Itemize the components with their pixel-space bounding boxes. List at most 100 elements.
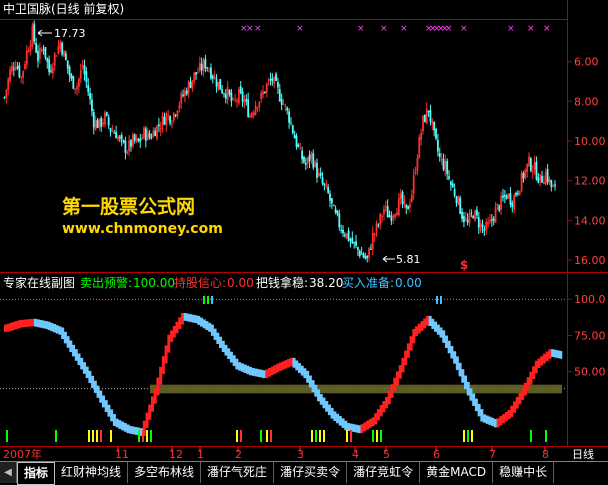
tab-scroll-left-icon[interactable]: ◀ — [0, 462, 17, 483]
candle-body — [195, 72, 197, 75]
oscillator-block — [278, 362, 282, 371]
oscillator-block — [483, 414, 487, 423]
oscillator-block — [118, 420, 122, 429]
top-signal-mark — [211, 296, 213, 304]
oscillator-block — [213, 328, 217, 340]
oscillator-block — [72, 344, 76, 357]
month-label: 4 — [352, 448, 359, 461]
candle-body — [184, 90, 186, 97]
candle-body — [351, 237, 354, 244]
candle-body — [528, 156, 530, 166]
tab-golden-macd[interactable]: 黄金MACD — [420, 462, 494, 483]
candle-body — [383, 208, 385, 214]
indicator-field-value-0: 100.00 — [133, 276, 175, 290]
candle-body — [239, 86, 242, 93]
oscillator-block — [246, 365, 250, 375]
oscillator-block — [189, 314, 193, 322]
oscillator-block — [412, 328, 416, 344]
oscillator-block — [172, 326, 176, 338]
oscillator-block — [205, 321, 209, 331]
candle-body — [271, 78, 274, 81]
candle-body — [31, 25, 34, 46]
oscillator-block — [287, 359, 291, 368]
oscillator-block — [248, 366, 252, 376]
oscillator-block — [110, 409, 114, 422]
bottom-signal-bar — [372, 430, 374, 442]
oscillator-block — [455, 356, 459, 371]
oscillator-block — [156, 377, 160, 396]
tab-duokong-bollinger[interactable]: 多空布林线 — [128, 462, 202, 483]
tab-qisizhuang[interactable]: 潘仔气死庄 — [201, 462, 275, 483]
candle-body — [360, 253, 363, 255]
bottom-signal-bar — [270, 430, 272, 442]
candle-body — [70, 74, 73, 79]
high-price-label: 17.73 — [54, 27, 86, 40]
candle-body — [304, 163, 307, 165]
candle-body — [414, 171, 417, 174]
candle-body — [390, 216, 393, 221]
bottom-signal-bar — [380, 430, 382, 442]
oscillator-block — [360, 424, 364, 434]
tab-indicator[interactable]: 指标 — [17, 462, 56, 485]
candle-body — [448, 176, 450, 179]
candle-body — [46, 57, 49, 62]
oscillator-block — [235, 358, 239, 370]
candle-body — [427, 110, 430, 113]
candle-body — [9, 69, 11, 82]
candle-body — [27, 50, 30, 52]
candle-body — [409, 203, 411, 208]
oscillator-block — [319, 394, 323, 405]
candle-body — [425, 108, 428, 124]
period-label[interactable]: 日线 — [572, 447, 594, 461]
oscillator-block — [548, 349, 552, 359]
tab-jinghongling[interactable]: 潘仔竞虹令 — [347, 462, 421, 483]
oscillator-block — [442, 330, 446, 343]
oscillator-block — [6, 323, 10, 332]
signal-cross: × — [380, 24, 388, 34]
oscillator-block — [336, 413, 340, 424]
candle-body — [83, 65, 86, 75]
candle-body — [128, 140, 131, 152]
oscillator-block — [47, 321, 51, 331]
indicator-field-label-1: 持股信心 — [174, 275, 222, 290]
candle-body — [61, 42, 64, 55]
candle-body — [118, 136, 121, 138]
candle-body — [236, 100, 238, 102]
bottom-signal-bar — [142, 430, 144, 442]
candle-body — [165, 113, 168, 126]
stock-chart[interactable]: 16.0014.0012.0010.008.006.00 50.0075.001… — [0, 0, 608, 484]
candle-body — [308, 154, 311, 162]
oscillator-block — [488, 416, 492, 426]
oscillator-block — [55, 325, 59, 334]
oscillator-block — [537, 358, 541, 368]
oscillator-block — [404, 350, 408, 366]
bottom-signal-bar — [88, 430, 90, 442]
oscillator-block — [17, 320, 21, 329]
oscillator-block — [423, 318, 427, 329]
candle-body — [89, 92, 91, 100]
candle-body — [381, 215, 383, 217]
indicator-field-label-3: 买入准备 — [342, 276, 390, 290]
candle-body — [91, 99, 93, 112]
candle-body — [340, 229, 343, 231]
tab-maimailing[interactable]: 潘仔买卖令 — [274, 462, 348, 483]
tab-wenzhuan[interactable]: 稳赚中长 — [493, 462, 555, 483]
bottom-signal-bar — [96, 430, 98, 442]
tab-hongcaishen[interactable]: 红财神均线 — [55, 462, 129, 483]
candle-body — [334, 208, 337, 213]
oscillator-block — [515, 396, 519, 409]
oscillator-block — [219, 336, 223, 349]
candle-body — [498, 205, 501, 211]
oscillator-block — [390, 384, 394, 398]
oscillator-block — [466, 381, 470, 396]
candle-body — [237, 89, 240, 104]
candle-body — [228, 90, 231, 95]
oscillator-block — [297, 363, 301, 373]
candle-body — [57, 45, 60, 54]
candle-body — [187, 81, 190, 94]
candle-body — [407, 206, 410, 210]
candle-body — [297, 144, 300, 147]
candle-body — [224, 93, 227, 99]
candle-body — [215, 79, 218, 87]
indicator-tick-label: 50.00 — [574, 366, 606, 379]
